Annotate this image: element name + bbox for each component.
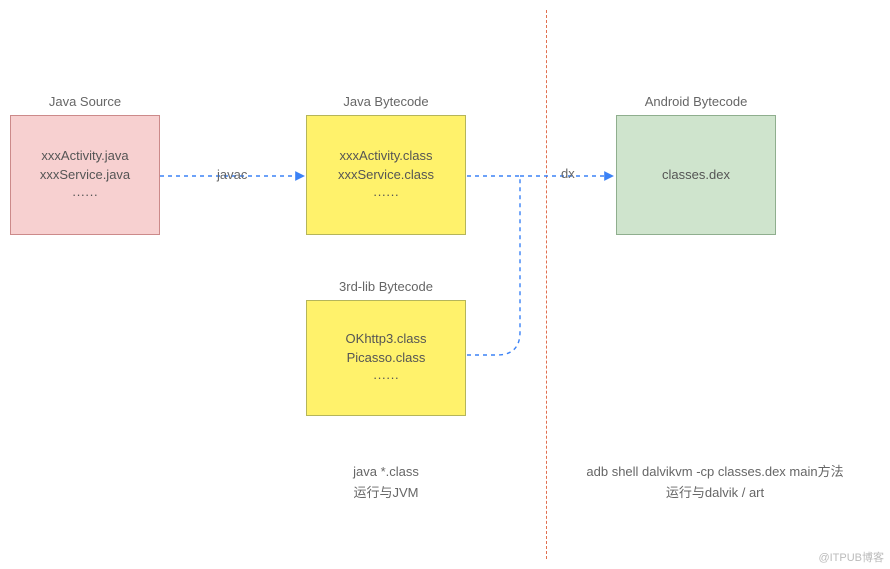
java-bytecode-line2: xxxService.class (338, 165, 434, 185)
arrow-label-dx: dx (561, 166, 575, 181)
java-bytecode-line3: ······ (373, 185, 399, 205)
java-bytecode-box: xxxActivity.class xxxService.class ·····… (306, 115, 466, 235)
java-source-line1: xxxActivity.java (41, 146, 128, 166)
caption-left-line1: java *.class (306, 462, 466, 483)
java-source-line2: xxxService.java (40, 165, 130, 185)
android-bytecode-box: classes.dex (616, 115, 776, 235)
arrow-label-javac: javac (217, 167, 247, 182)
java-bytecode-title: Java Bytecode (306, 94, 466, 109)
third-lib-title: 3rd-lib Bytecode (306, 279, 466, 294)
android-bytecode-title: Android Bytecode (616, 94, 776, 109)
third-lib-line3: ······ (373, 368, 399, 388)
caption-right-line1: adb shell dalvikvm -cp classes.dex main方… (555, 462, 875, 483)
java-bytecode-line1: xxxActivity.class (340, 146, 433, 166)
java-source-box: xxxActivity.java xxxService.java ······ (10, 115, 160, 235)
third-lib-line2: Picasso.class (347, 348, 426, 368)
caption-left-line2: 运行与JVM (306, 483, 466, 504)
watermark: @ITPUB博客 (818, 549, 884, 565)
caption-right: adb shell dalvikvm -cp classes.dex main方… (555, 462, 875, 504)
caption-left: java *.class 运行与JVM (306, 462, 466, 504)
third-lib-line1: OKhttp3.class (346, 329, 427, 349)
android-bytecode-line1: classes.dex (662, 165, 730, 185)
third-lib-box: OKhttp3.class Picasso.class ······ (306, 300, 466, 416)
section-divider (546, 10, 547, 559)
java-source-line3: ······ (72, 185, 98, 205)
java-source-title: Java Source (10, 94, 160, 109)
caption-right-line2: 运行与dalvik / art (555, 483, 875, 504)
